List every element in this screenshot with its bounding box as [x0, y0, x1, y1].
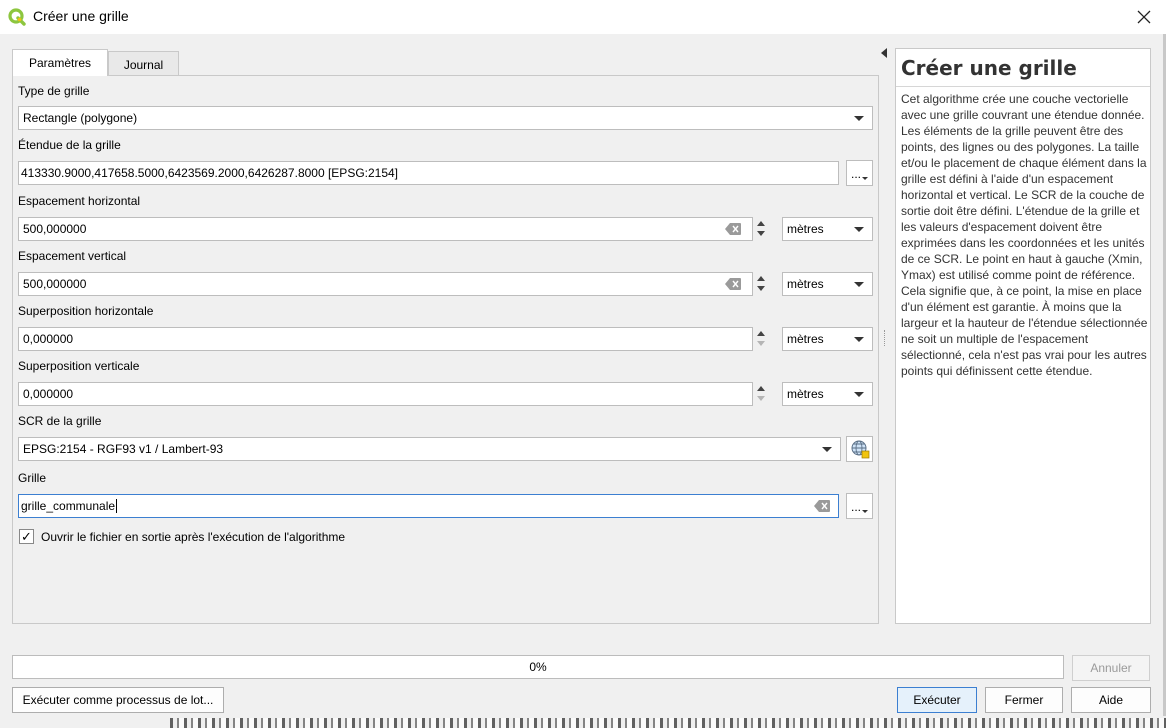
background-map-strip — [170, 718, 1166, 728]
text-cursor — [116, 499, 118, 513]
grid-type-value: Rectangle (polygone) — [23, 111, 138, 125]
h-spacing-unit: mètres — [787, 222, 824, 236]
run-label: Exécuter — [913, 693, 961, 707]
run-button[interactable]: Exécuter — [897, 687, 977, 713]
h-spacing-input[interactable]: 500,000000 — [18, 217, 753, 241]
v-spacing-unit-select[interactable]: mètres — [782, 272, 873, 296]
batch-process-button[interactable]: Exécuter comme processus de lot... — [12, 687, 224, 713]
v-overlay-value: 0,000000 — [23, 387, 74, 401]
extent-value: 413330.9000,417658.5000,6423569.2000,642… — [21, 166, 399, 180]
v-overlay-stepper[interactable] — [752, 382, 770, 406]
help-label: Aide — [1098, 693, 1124, 707]
chevron-down-icon — [822, 447, 832, 452]
extent-options-label: ... — [850, 167, 861, 181]
output-label: Grille — [18, 471, 47, 485]
h-overlay-value: 0,000000 — [23, 332, 74, 346]
v-spacing-input[interactable]: 500,000000 — [18, 272, 753, 296]
tab-parameters-label: Paramètres — [28, 56, 92, 70]
close-label: Fermer — [1004, 693, 1044, 707]
globe-crs-icon — [851, 440, 869, 459]
extent-input[interactable]: 413330.9000,417658.5000,6423569.2000,642… — [18, 161, 839, 185]
title-bar: Créer une grille — [0, 0, 1166, 34]
open-output-label: Ouvrir le fichier en sortie après l'exéc… — [41, 530, 346, 544]
arrow-down-icon — [757, 396, 765, 401]
help-panel: Créer une grille Cet algorithme crée une… — [895, 48, 1151, 624]
chevron-down-icon — [854, 227, 864, 232]
chevron-down-icon — [854, 116, 864, 121]
help-divider — [896, 86, 1150, 87]
cancel-button[interactable]: Annuler — [1072, 655, 1150, 681]
v-overlay-unit-select[interactable]: mètres — [782, 382, 873, 406]
h-spacing-label: Espacement horizontal — [18, 194, 141, 208]
grid-type-select[interactable]: Rectangle (polygone) — [18, 106, 873, 130]
arrow-up-icon — [757, 221, 765, 226]
arrow-down-icon — [757, 286, 765, 291]
output-options-button[interactable]: ... — [846, 493, 873, 519]
checkmark-icon: ✓ — [21, 528, 32, 544]
output-file-input[interactable]: grille_communale — [18, 494, 839, 518]
h-spacing-unit-select[interactable]: mètres — [782, 217, 873, 241]
clear-icon[interactable] — [814, 500, 830, 512]
panel-splitter[interactable] — [884, 330, 887, 346]
v-spacing-label: Espacement vertical — [18, 249, 127, 263]
help-title: Créer une grille — [901, 56, 1077, 80]
output-value: grille_communale — [21, 499, 116, 513]
crs-value: EPSG:2154 - RGF93 v1 / Lambert-93 — [23, 442, 224, 456]
crs-label: SCR de la grille — [18, 414, 102, 428]
chevron-down-icon — [854, 392, 864, 397]
arrow-up-icon — [757, 331, 765, 336]
cancel-label: Annuler — [1090, 661, 1132, 675]
close-window-button[interactable] — [1131, 4, 1157, 30]
batch-process-label: Exécuter comme processus de lot... — [22, 693, 214, 707]
output-options-label: ... — [850, 500, 861, 514]
chevron-down-icon — [854, 282, 864, 287]
select-crs-button[interactable] — [846, 436, 873, 462]
v-spacing-value: 500,000000 — [23, 277, 87, 291]
extent-options-button[interactable]: ... — [846, 160, 873, 186]
v-overlay-unit: mètres — [787, 387, 824, 401]
h-overlay-stepper[interactable] — [752, 327, 770, 351]
v-overlay-label: Superposition verticale — [18, 359, 140, 373]
help-button[interactable]: Aide — [1071, 687, 1151, 713]
close-button[interactable]: Fermer — [985, 687, 1063, 713]
v-overlay-input[interactable]: 0,000000 — [18, 382, 753, 406]
chevron-down-icon — [862, 177, 868, 180]
tab-parameters[interactable]: Paramètres — [12, 49, 108, 76]
h-spacing-stepper[interactable] — [752, 217, 770, 241]
close-icon — [1137, 10, 1151, 24]
chevron-down-icon — [854, 337, 864, 342]
arrow-down-icon — [757, 231, 765, 236]
arrow-down-icon — [757, 341, 765, 346]
v-spacing-stepper[interactable] — [752, 272, 770, 296]
v-spacing-unit: mètres — [787, 277, 824, 291]
window-title: Créer une grille — [33, 8, 129, 24]
tab-log[interactable]: Journal — [108, 51, 179, 77]
h-overlay-unit: mètres — [787, 332, 824, 346]
extent-label: Étendue de la grille — [18, 138, 121, 152]
arrow-up-icon — [757, 276, 765, 281]
h-spacing-value: 500,000000 — [23, 222, 87, 236]
arrow-up-icon — [757, 386, 765, 391]
crs-select[interactable]: EPSG:2154 - RGF93 v1 / Lambert-93 — [18, 437, 841, 461]
progress-label: 0% — [529, 660, 547, 674]
h-overlay-input[interactable]: 0,000000 — [18, 327, 753, 351]
chevron-down-icon — [862, 510, 868, 513]
h-overlay-unit-select[interactable]: mètres — [782, 327, 873, 351]
progress-bar: 0% — [12, 655, 1064, 679]
help-description: Cet algorithme crée une couche vectoriel… — [901, 92, 1148, 378]
h-overlay-label: Superposition horizontale — [18, 304, 154, 318]
clear-icon[interactable] — [725, 278, 741, 290]
tab-log-label: Journal — [123, 57, 164, 72]
clear-icon[interactable] — [725, 223, 741, 235]
open-output-checkbox[interactable]: ✓ — [19, 529, 34, 544]
grid-type-label: Type de grille — [18, 84, 90, 98]
qgis-logo-icon — [8, 8, 26, 26]
collapse-help-icon[interactable] — [881, 48, 887, 58]
